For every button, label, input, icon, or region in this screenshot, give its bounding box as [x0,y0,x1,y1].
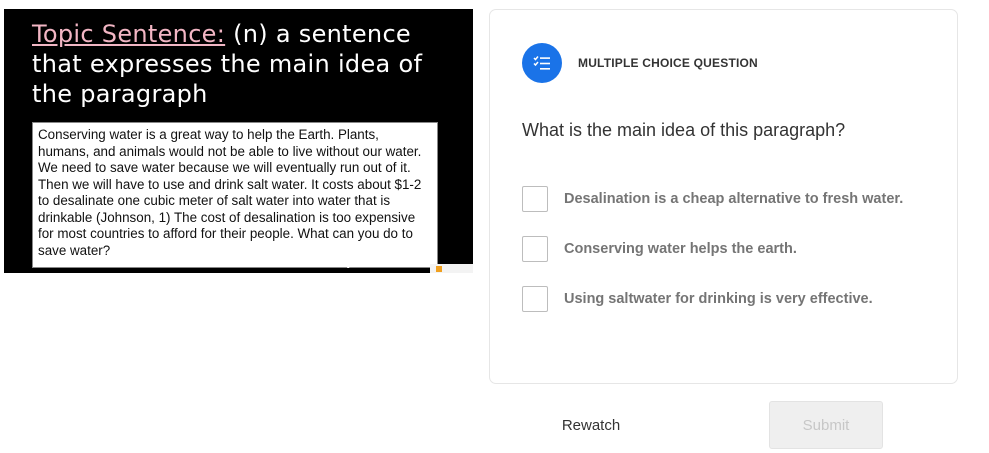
answer-label-3: Using saltwater for drinking is very eff… [564,291,873,307]
answer-option-3[interactable]: Using saltwater for drinking is very eff… [522,286,942,312]
question-text: What is the main idea of this paragraph? [522,120,846,140]
video-corner-badge [430,264,473,273]
video-frame[interactable]: Topic Sentence: (n) a sentence that expr… [4,9,473,273]
answer-label-2: Conserving water helps the earth. [564,241,797,257]
answer-option-2[interactable]: Conserving water helps the earth. [522,236,942,262]
question-type-label: MULTIPLE CHOICE QUESTION [578,56,758,70]
slide-title-term: Topic Sentence: [32,20,226,48]
list-checks-icon [522,43,562,83]
slide-title: Topic Sentence: (n) a sentence that expr… [32,19,462,109]
answer-checkbox-2[interactable] [522,236,548,262]
cursor-icon: ✚ [344,260,353,271]
badge-icon [436,266,442,272]
answer-option-1[interactable]: Desalination is a cheap alternative to f… [522,186,942,212]
answer-checkbox-1[interactable] [522,186,548,212]
answer-checkbox-3[interactable] [522,286,548,312]
submit-button[interactable]: Submit [769,401,883,449]
question-card: MULTIPLE CHOICE QUESTION What is the mai… [489,9,958,384]
slide-paragraph: Conserving water is a great way to help … [32,122,438,268]
answer-label-1: Desalination is a cheap alternative to f… [564,191,904,207]
rewatch-button[interactable]: Rewatch [548,402,634,448]
